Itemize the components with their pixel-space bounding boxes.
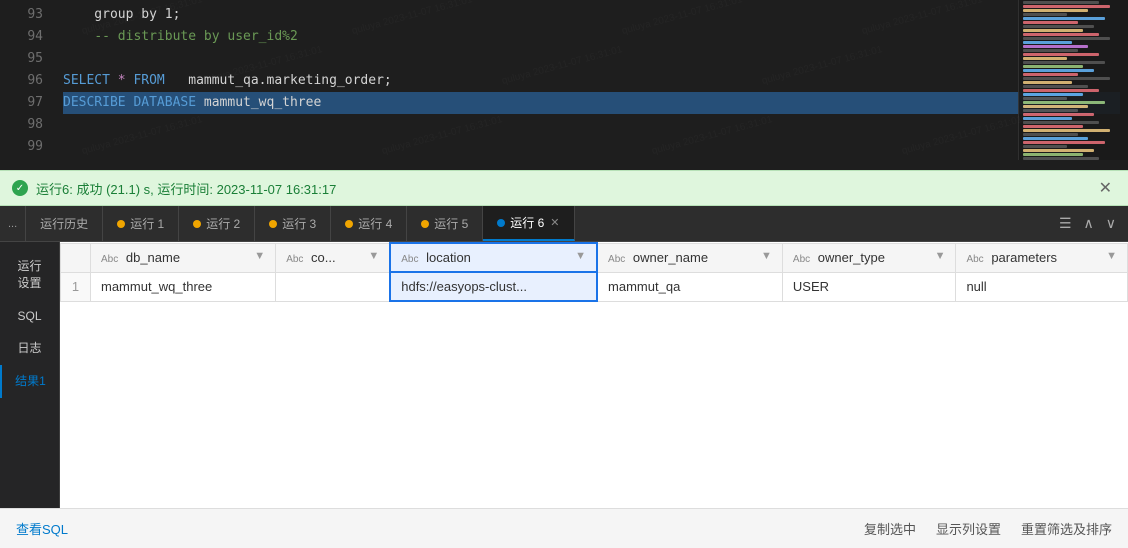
copy-selected-button[interactable]: 复制选中 [864, 519, 916, 538]
col-type-db-name: Abc [101, 254, 118, 265]
col-header-location[interactable]: Abc location ▼ [390, 243, 597, 272]
code-line-99 [63, 136, 1120, 158]
col-header-db-name[interactable]: Abc db_name ▼ [91, 243, 276, 272]
col-type-location: Abc [401, 254, 418, 265]
code-line-93: group by 1; [63, 4, 1120, 26]
col-type-owner-type: Abc [793, 254, 810, 265]
sidebar-item-sql-label: SQL [17, 309, 41, 323]
tab-dot [421, 220, 429, 228]
col-header-co[interactable]: Abc co... ▼ [276, 243, 391, 272]
bottom-bar-right: 复制选中 显示列设置 重置筛选及排序 [864, 519, 1112, 538]
col-name-location: location [426, 250, 471, 265]
tab-run-3[interactable]: 运行 3 [255, 206, 331, 241]
col-name-owner-type: owner_type [818, 250, 885, 265]
line-numbers: 93 94 95 96 97 98 99 [0, 0, 55, 170]
close-success-button[interactable]: ✕ [1095, 178, 1116, 198]
tab-more[interactable]: ... [0, 206, 26, 241]
tabs-controls: ☰ ∧ ∨ [1047, 206, 1128, 241]
bottom-bar: 查看SQL 复制选中 显示列设置 重置筛选及排序 [0, 508, 1128, 548]
col-filter-parameters[interactable]: ▼ [1106, 250, 1117, 262]
tab-run-4[interactable]: 运行 4 [331, 206, 407, 241]
sidebar-item-log[interactable]: 日志 [0, 332, 59, 365]
tab-dot [117, 220, 125, 228]
code-minimap [1018, 0, 1128, 160]
col-filter-owner-type[interactable]: ▼ [935, 250, 946, 262]
tabs-up-button[interactable]: ∧ [1080, 213, 1098, 234]
code-line-94: -- distribute by user_id%2 [63, 26, 1120, 48]
tab-run-2[interactable]: 运行 2 [179, 206, 255, 241]
tab-run-1[interactable]: 运行 1 [103, 206, 179, 241]
tabs-down-button[interactable]: ∨ [1102, 213, 1120, 234]
col-name-owner-name: owner_name [633, 250, 708, 265]
tab-run-history-label: 运行历史 [40, 215, 88, 232]
col-filter-db-name[interactable]: ▼ [254, 250, 265, 262]
tab-run-6[interactable]: 运行 6 ✕ [483, 206, 574, 241]
success-text: 运行6: 成功 (21.1) s, 运行时间: 2023-11-07 16:31… [36, 179, 336, 198]
code-editor: 93 94 95 96 97 98 99 group by 1; -- dist… [0, 0, 1128, 170]
cell-owner-type-1[interactable]: USER [782, 272, 956, 301]
tab-run-1-label: 运行 1 [130, 215, 164, 232]
sidebar-item-run-settings[interactable]: 运行设置 [0, 250, 59, 300]
tab-run-6-label: 运行 6 [510, 214, 544, 231]
col-type-parameters: Abc [966, 254, 983, 265]
table-row: 1 mammut_wq_three hdfs://easyops-clust..… [61, 272, 1128, 301]
success-bar: 运行6: 成功 (21.1) s, 运行时间: 2023-11-07 16:31… [0, 170, 1128, 206]
tab-run-5-label: 运行 5 [434, 215, 468, 232]
row-number-header [61, 243, 91, 272]
cell-owner-name-1[interactable]: mammut_qa [597, 272, 782, 301]
col-filter-location[interactable]: ▼ [575, 250, 586, 262]
tab-run-3-label: 运行 3 [282, 215, 316, 232]
tab-run-4-label: 运行 4 [358, 215, 392, 232]
main-panel: 运行设置 SQL 日志 结果1 Abc db_name ▼ [0, 242, 1128, 508]
code-line-97: DESCRIBE DATABASE mammut_wq_three [63, 92, 1120, 114]
sidebar-item-result1-label: 结果1 [15, 374, 46, 388]
col-name-db-name: db_name [126, 250, 180, 265]
left-sidebar: 运行设置 SQL 日志 结果1 [0, 242, 60, 508]
col-filter-owner-name[interactable]: ▼ [761, 250, 772, 262]
success-icon [12, 180, 28, 196]
col-name-parameters: parameters [991, 250, 1057, 265]
tabs-bar: ... 运行历史 运行 1 运行 2 运行 3 运行 4 运行 5 运行 6 ✕… [0, 206, 1128, 242]
sidebar-item-log-label: 日志 [17, 341, 41, 355]
code-lines: group by 1; -- distribute by user_id%2 S… [55, 0, 1128, 170]
tab-dot [345, 220, 353, 228]
sidebar-item-run-settings-label: 运行设置 [17, 259, 41, 290]
code-line-96: SELECT * FROM mammut_qa.marketing_order; [63, 70, 1120, 92]
row-number-1: 1 [61, 272, 91, 301]
tab-run-history[interactable]: 运行历史 [26, 206, 103, 241]
result-table: Abc db_name ▼ Abc co... ▼ Abc location ▼ [60, 242, 1128, 302]
tab-dot [193, 220, 201, 228]
show-columns-button[interactable]: 显示列设置 [936, 519, 1001, 538]
reset-filter-button[interactable]: 重置筛选及排序 [1021, 519, 1112, 538]
cell-parameters-1[interactable]: null [956, 272, 1128, 301]
cell-co-1[interactable] [276, 272, 391, 301]
tabs-menu-button[interactable]: ☰ [1055, 213, 1076, 234]
cell-db-name-1[interactable]: mammut_wq_three [91, 272, 276, 301]
view-sql-link[interactable]: 查看SQL [16, 519, 68, 538]
col-filter-co[interactable]: ▼ [368, 250, 379, 262]
cell-location-1[interactable]: hdfs://easyops-clust... [390, 272, 597, 301]
tab-dot [497, 219, 505, 227]
sidebar-item-result1[interactable]: 结果1 [0, 365, 59, 398]
result-table-area[interactable]: Abc db_name ▼ Abc co... ▼ Abc location ▼ [60, 242, 1128, 508]
col-header-parameters[interactable]: Abc parameters ▼ [956, 243, 1128, 272]
col-header-owner-type[interactable]: Abc owner_type ▼ [782, 243, 956, 272]
col-header-owner-name[interactable]: Abc owner_name ▼ [597, 243, 782, 272]
col-type-owner-name: Abc [608, 254, 625, 265]
code-line-95 [63, 48, 1120, 70]
tab-run-5[interactable]: 运行 5 [407, 206, 483, 241]
tab-run-2-label: 运行 2 [206, 215, 240, 232]
tab-dot [269, 220, 277, 228]
code-line-98 [63, 114, 1120, 136]
col-type-co: Abc [286, 254, 303, 265]
tab-close-icon[interactable]: ✕ [550, 216, 559, 229]
col-name-co: co... [311, 250, 336, 265]
sidebar-item-sql[interactable]: SQL [0, 300, 59, 333]
